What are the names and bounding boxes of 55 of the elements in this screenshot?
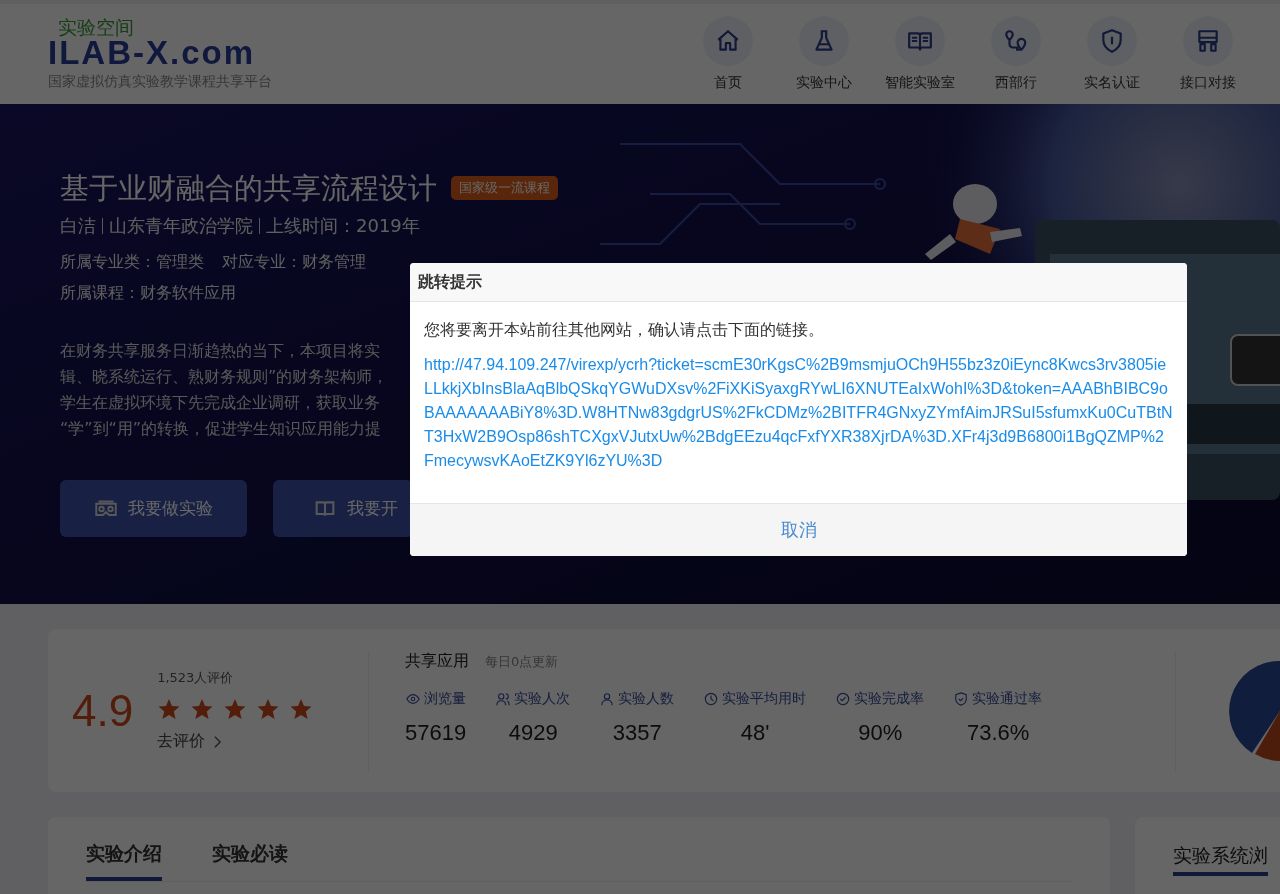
stat-value: 4929 <box>508 719 558 746</box>
course-title: 基于业财融合的共享流程设计 <box>60 170 437 207</box>
course-meta: 上线时间：2019年 <box>266 214 420 238</box>
course-info: 对应专业：财务管理 <box>222 252 366 273</box>
stat-label: 实验平均用时 <box>722 689 807 708</box>
stat-label: 实验完成率 <box>854 689 925 708</box>
action-button[interactable]: 我要做实验 <box>60 480 247 537</box>
shield-icon <box>954 691 969 706</box>
course-info: 所属专业类：管理类 <box>60 252 204 273</box>
home-icon <box>715 28 741 54</box>
stat-value: 73.6% <box>967 719 1030 746</box>
nav-link[interactable]: 实名认证 <box>1064 16 1160 92</box>
rating-score: 4.9 <box>72 685 134 736</box>
nav-link[interactable]: 智能实验室 <box>872 16 968 92</box>
vr-headset-icon <box>94 498 118 519</box>
stat-label: 浏览量 <box>423 689 466 708</box>
stat-value: 57619 <box>405 719 467 746</box>
eye-icon <box>405 691 420 706</box>
logo-chinese-text: 实验空间 <box>58 17 135 37</box>
cancel-button[interactable]: 取消 <box>768 512 829 548</box>
stat-label: 实验人数 <box>618 689 675 708</box>
nav-link[interactable]: 首页 <box>680 16 776 92</box>
network-icon <box>1195 28 1221 54</box>
action-button[interactable]: 我要开 <box>273 480 413 537</box>
play-button[interactable] <box>1230 334 1280 386</box>
stat-label: 实验通过率 <box>972 689 1043 708</box>
dialog-message: 您将要离开本站前往其他网站，确认请点击下面的链接。 <box>424 320 825 341</box>
shield-icon <box>1099 28 1125 54</box>
chevron-right-icon <box>213 734 223 749</box>
check-circle-icon <box>836 691 851 706</box>
stats-title: 共享应用 <box>405 650 469 672</box>
map-pin-icon <box>1003 28 1029 54</box>
rate-link[interactable]: 去评价 <box>157 731 314 752</box>
tab[interactable]: 实验必读 <box>212 841 288 881</box>
clock-icon <box>704 691 719 706</box>
course-meta: 白洁 <box>60 214 96 238</box>
course-info: 所属课程：财务软件应用 <box>60 283 236 304</box>
course-description: 在财务共享服务日渐趋热的当下，本项目将实 辑、晓系统运行、熟财务规则”的财务架构师， 学生在虚拟环境下先完成企业调研，获取业务 “学”到“用”的转换，促进学生知识应用能力提 <box>60 340 389 440</box>
nav-link[interactable]: 西部行 <box>968 16 1064 92</box>
dialog-title: 跳转提示 <box>418 271 482 293</box>
tab[interactable]: 实验介绍 <box>86 841 162 881</box>
stat-value: 90% <box>858 719 903 746</box>
logo-text: ILAB-X.com <box>48 37 256 69</box>
stat-value: 3357 <box>612 719 662 746</box>
users-icon <box>496 691 511 706</box>
panel-title: 实验系统浏 <box>1173 844 1268 876</box>
nav-link[interactable]: 接口对接 <box>1160 16 1256 92</box>
book-icon <box>313 498 337 519</box>
stat-label: 实验人次 <box>514 689 571 708</box>
course-meta: 山东青年政治学院 <box>109 214 253 238</box>
rating-count: 1,523人评价 <box>157 669 235 687</box>
nav-link[interactable]: 实验中心 <box>776 16 872 92</box>
stat-value: 48' <box>740 719 770 746</box>
user-icon <box>600 691 615 706</box>
redirect-link[interactable]: http://47.94.109.247/virexp/ycrh?ticket=scmE30rKgsC%2B9msmjuOCh9H55bz3z0iEync8Kwcs3rv3805ieLLkkjXbInsBlaAqBlbQSkqYGWuDXsv%2FiXKiSyaxgRYwLI6XNUTEaIxWohI%3D&token=AAABhBIBC9oBAAAAAAABiY8%3D.W8HTNw83gdgrUS%2FkCDMz%2BITFR4GNxyZYmfAimJRSuI5sfumxKu0CuTBtNT3HxW2B9Osp86shTCXgxVJutxUw%2BdgEEzu4qcFxfYXR38XjrDA%3D.XFr4j3d9B6800i1BgQZMP%2FmecywsvKAoEtZK9Yl6zYU%3D <box>424 353 1173 473</box>
